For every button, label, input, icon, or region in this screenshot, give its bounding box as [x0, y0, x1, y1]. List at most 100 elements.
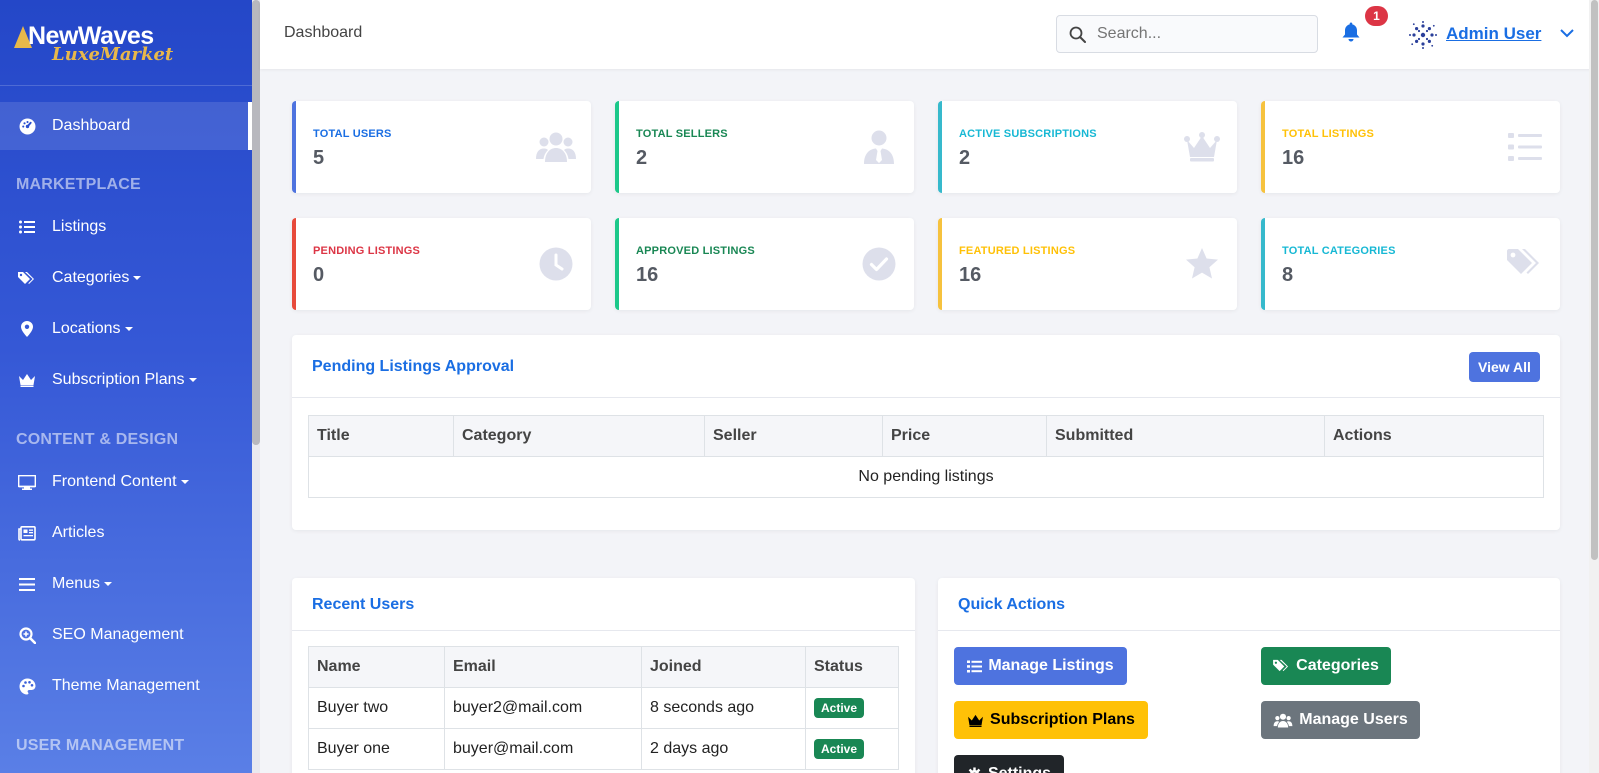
- column-header[interactable]: Status: [805, 646, 899, 688]
- table-row: No pending listings: [308, 456, 1544, 498]
- user-tie-icon: [858, 127, 900, 167]
- stat-card-total-categories: TOTAL CATEGORIES 8: [1261, 218, 1560, 310]
- column-header[interactable]: Seller: [704, 415, 883, 457]
- newspaper-icon: [18, 524, 36, 542]
- map-marker-icon: [18, 320, 36, 338]
- column-header[interactable]: Category: [453, 415, 705, 457]
- sidebar-item-label: Frontend Content: [52, 473, 177, 490]
- pending-listings-table: Title Category Seller Price Submitted Ac…: [308, 415, 1544, 498]
- avatar[interactable]: [1408, 20, 1438, 50]
- sidebar-item-menus[interactable]: Menus: [0, 560, 252, 608]
- stat-label: FEATURED LISTINGS: [959, 245, 1076, 257]
- stat-value: 0: [313, 264, 325, 286]
- user-joined-cell: 8 seconds ago: [641, 687, 806, 729]
- stat-label: PENDING LISTINGS: [313, 245, 421, 257]
- sidebar-item-articles[interactable]: Articles: [0, 509, 252, 557]
- column-header[interactable]: Joined: [641, 646, 806, 688]
- sidebar-item-label: Articles: [52, 524, 105, 541]
- page-scrollbar-thumb[interactable]: [1591, 0, 1598, 560]
- stat-label: APPROVED LISTINGS: [636, 245, 755, 257]
- page-scrollbar[interactable]: [1589, 0, 1599, 773]
- star-icon: [1181, 244, 1223, 284]
- stat-card-total-listings: TOTAL LISTINGS 16: [1261, 101, 1560, 193]
- column-header[interactable]: Actions: [1324, 415, 1544, 457]
- user-email-cell: buyer2@mail.com: [444, 687, 642, 729]
- users-icon: [1273, 713, 1293, 728]
- sidebar-item-dashboard[interactable]: Dashboard: [0, 102, 252, 150]
- chevron-down-icon: [180, 480, 189, 484]
- status-badge: Active: [814, 698, 865, 718]
- bars-icon: [18, 575, 36, 593]
- sidebar-item-label: Locations: [52, 320, 121, 337]
- chevron-down-icon: [188, 378, 197, 382]
- manage-listings-button[interactable]: Manage Listings: [954, 647, 1127, 685]
- button-label: Settings: [988, 765, 1051, 773]
- stat-label: ACTIVE SUBSCRIPTIONS: [959, 128, 1097, 140]
- stat-card-active-subscriptions: ACTIVE SUBSCRIPTIONS 2: [938, 101, 1237, 193]
- crown-icon: [1181, 127, 1223, 167]
- sidebar-item-label: Categories: [52, 269, 130, 286]
- recent-users-table: Name Email Joined Status Buyer two buyer…: [308, 646, 899, 770]
- stat-value: 5: [313, 147, 325, 169]
- chevron-down-icon: [133, 276, 142, 280]
- subscription-plans-button[interactable]: Subscription Plans: [954, 701, 1148, 739]
- crown-icon: [18, 371, 36, 389]
- search-box[interactable]: [1056, 15, 1318, 53]
- sidebar-item-subscription-plans[interactable]: Subscription Plans: [0, 356, 252, 404]
- pending-listings-panel: Pending Listings Approval View All Title…: [292, 335, 1560, 530]
- notification-bell[interactable]: [1342, 22, 1360, 47]
- column-header[interactable]: Price: [882, 415, 1047, 457]
- list-icon: [18, 218, 36, 236]
- section-content-design: CONTENT & DESIGN: [16, 431, 179, 448]
- breadcrumb: Dashboard: [284, 24, 363, 41]
- users-icon: [535, 127, 577, 167]
- user-menu-toggle[interactable]: Admin User: [1446, 24, 1541, 44]
- crown-icon: [968, 714, 983, 727]
- categories-button[interactable]: Categories: [1261, 647, 1391, 685]
- sidebar-item-listings[interactable]: Listings: [0, 203, 252, 251]
- button-label: Manage Users: [1299, 711, 1408, 728]
- user-status-cell: Active: [805, 728, 899, 770]
- user-joined-cell: 2 days ago: [641, 728, 806, 770]
- stat-value: 2: [636, 147, 648, 169]
- chevron-down-icon[interactable]: [1560, 29, 1574, 38]
- stat-card-total-users: TOTAL USERS 5: [292, 101, 591, 193]
- stat-card-approved-listings: APPROVED LISTINGS 16: [615, 218, 914, 310]
- brand-logo[interactable]: NewWaves LuxeMarket: [0, 0, 252, 86]
- column-header[interactable]: Submitted: [1046, 415, 1325, 457]
- view-all-button[interactable]: View All: [1469, 352, 1540, 382]
- search-plus-icon: [18, 626, 36, 644]
- column-header[interactable]: Name: [308, 646, 445, 688]
- tags-icon: [1273, 659, 1289, 672]
- sidebar-item-categories[interactable]: Categories: [0, 254, 252, 302]
- user-email-cell: buyer@mail.com: [444, 728, 642, 770]
- column-header[interactable]: Title: [308, 415, 454, 457]
- sidebar-scrollbar-thumb[interactable]: [252, 0, 260, 445]
- settings-button[interactable]: Settings: [954, 755, 1064, 773]
- bell-icon: [1342, 22, 1360, 42]
- panel-title: Pending Listings Approval: [312, 358, 515, 375]
- list-icon: [967, 660, 983, 672]
- column-header[interactable]: Email: [444, 646, 642, 688]
- manage-users-button[interactable]: Manage Users: [1261, 701, 1420, 739]
- tags-icon: [1504, 244, 1546, 284]
- sidebar-item-theme-management[interactable]: Theme Management: [0, 662, 252, 710]
- sidebar-item-label: Theme Management: [52, 677, 200, 694]
- sidebar-item-locations[interactable]: Locations: [0, 305, 252, 353]
- sidebar: NewWaves LuxeMarket Dashboard MARKETPLAC…: [0, 0, 252, 773]
- list-icon: [1504, 127, 1546, 167]
- stat-card-total-sellers: TOTAL SELLERS 2: [615, 101, 914, 193]
- stat-label: TOTAL CATEGORIES: [1282, 245, 1396, 257]
- search-input[interactable]: [1097, 23, 1307, 45]
- stat-value: 16: [1282, 147, 1305, 169]
- tachometer-icon: [18, 117, 36, 135]
- sidebar-item-label: Menus: [52, 575, 101, 592]
- table-header-row: Name Email Joined Status: [308, 646, 899, 688]
- stat-label: TOTAL SELLERS: [636, 128, 728, 140]
- sidebar-item-label: Subscription Plans: [52, 371, 185, 388]
- sidebar-item-frontend-content[interactable]: Frontend Content: [0, 458, 252, 506]
- topbar: Dashboard 1 Admin User: [260, 0, 1599, 69]
- check-circle-icon: [858, 244, 900, 284]
- sidebar-scrollbar[interactable]: [252, 0, 260, 773]
- sidebar-item-seo-management[interactable]: SEO Management: [0, 611, 252, 659]
